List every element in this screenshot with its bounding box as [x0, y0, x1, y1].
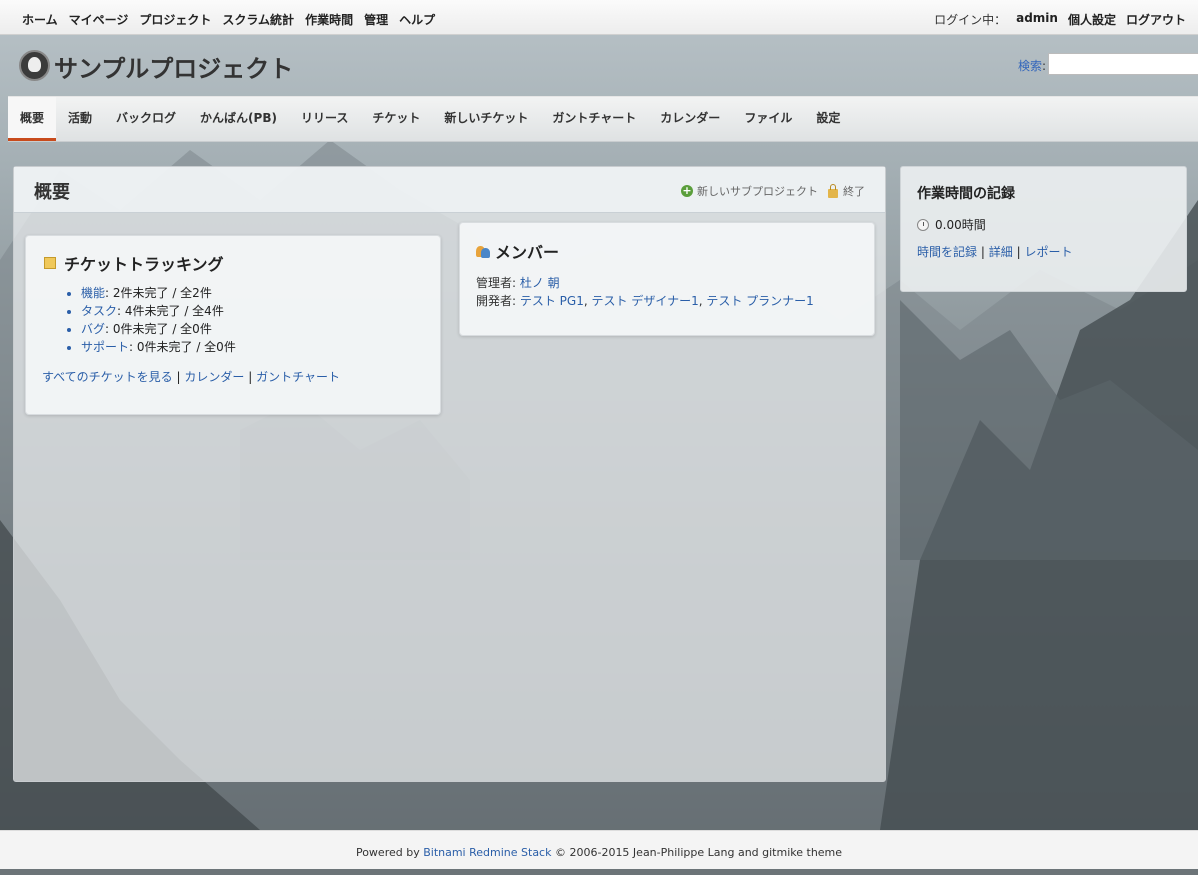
top-menu-projects[interactable]: プロジェクト	[139, 11, 211, 28]
tracker-support-link[interactable]: サポート	[81, 340, 129, 354]
tab-new-issue[interactable]: 新しいチケット	[432, 97, 540, 141]
list-item: サポート: 0件未完了 / 全0件	[81, 338, 236, 356]
members-title: メンバー	[495, 243, 560, 262]
developer-user-link-2[interactable]: テスト デザイナー1	[592, 294, 699, 308]
manager-line: 管理者: 杜ノ 朝	[476, 274, 560, 291]
search-label[interactable]: 検索:	[1018, 57, 1046, 74]
gantt-link[interactable]: ガントチャート	[256, 370, 340, 384]
add-icon: +	[681, 184, 693, 197]
search-input[interactable]	[1048, 53, 1198, 75]
footer-powered-by: Powered by	[355, 846, 424, 859]
tracker-task-link[interactable]: タスク	[81, 304, 117, 318]
tracker-status: : 4件未完了 / 全4件	[117, 304, 224, 318]
top-menu-scrum-stats[interactable]: スクラム統計	[222, 11, 294, 28]
tab-activity[interactable]: 活動	[56, 97, 104, 141]
lock-icon	[828, 183, 838, 198]
list-item: 機能: 2件未完了 / 全2件	[81, 284, 236, 302]
top-menu-my-page[interactable]: マイページ	[69, 11, 129, 28]
tab-kanban[interactable]: かんばん(PB)	[188, 97, 289, 141]
tracker-status: : 2件未完了 / 全2件	[105, 286, 212, 300]
footer: Powered by Bitnami Redmine Stack © 2006-…	[0, 830, 1198, 869]
manager-role-label: 管理者:	[476, 276, 520, 290]
tab-settings[interactable]: 設定	[804, 97, 852, 141]
search-link[interactable]: 検索	[1018, 59, 1042, 73]
top-menu-time-entries[interactable]: 作業時間	[305, 11, 353, 28]
separator: |	[1016, 245, 1021, 259]
spent-time-heading: 作業時間の記録	[917, 186, 1015, 202]
top-menu-left: ホーム マイページ プロジェクト スクラム統計 作業時間 管理 ヘルプ	[22, 11, 446, 28]
spent-time-value: 0.00時間	[917, 216, 986, 233]
contextual-actions: + 新しいサブプロジェクト 終了	[681, 183, 865, 199]
logout-link[interactable]: ログアウト	[1126, 11, 1186, 28]
tracker-bug-link[interactable]: バグ	[81, 322, 105, 336]
project-main-menu: 概要 活動 バックログ かんばん(PB) リリース チケット 新しいチケット ガ…	[8, 96, 1198, 142]
tab-calendar[interactable]: カレンダー	[648, 97, 732, 141]
issue-tracking-title: チケットトラッキング	[64, 255, 224, 274]
tab-issues[interactable]: チケット	[360, 97, 432, 141]
spent-time-links: 時間を記録 | 詳細 | レポート	[917, 243, 1072, 260]
list-item: タスク: 4件未完了 / 全4件	[81, 302, 236, 320]
separator: |	[248, 370, 253, 384]
tab-overview[interactable]: 概要	[8, 97, 57, 141]
tab-releases[interactable]: リリース	[289, 97, 360, 141]
footer-copyright: © 2006-2015 Jean-Philippe Lang and gitmi…	[551, 846, 843, 859]
close-project-link[interactable]: 終了	[843, 183, 865, 199]
footer-bitnami-link[interactable]: Bitnami Redmine Stack	[423, 846, 551, 859]
tracker-status: : 0件未完了 / 全0件	[105, 322, 212, 336]
tracker-status: : 0件未完了 / 全0件	[129, 340, 236, 354]
project-title: サンプルプロジェクト	[54, 55, 294, 83]
tracker-list: 機能: 2件未完了 / 全2件 タスク: 4件未完了 / 全4件 バグ: 0件未…	[81, 284, 236, 356]
issue-icon	[44, 257, 56, 269]
time-report-link[interactable]: レポート	[1024, 245, 1072, 259]
members-heading: メンバー	[476, 239, 559, 263]
time-details-link[interactable]: 詳細	[989, 245, 1013, 259]
search-colon: :	[1042, 59, 1047, 73]
list-item: バグ: 0件未完了 / 全0件	[81, 320, 236, 338]
top-menu-administration[interactable]: 管理	[364, 11, 388, 28]
view-all-issues-link[interactable]: すべてのチケットを見る	[42, 370, 173, 384]
developer-user-link-1[interactable]: テスト PG1	[520, 294, 584, 308]
header: サンプルプロジェクト 検索:	[0, 35, 1198, 95]
tab-gantt[interactable]: ガントチャート	[540, 97, 648, 141]
developer-role-label: 開発者:	[476, 294, 520, 308]
spent-time-hours: 0.00時間	[935, 218, 986, 232]
members-icon	[476, 244, 490, 258]
tab-backlog[interactable]: バックログ	[104, 97, 188, 141]
top-menu-home[interactable]: ホーム	[22, 11, 58, 28]
content-header: 概要 + 新しいサブプロジェクト 終了	[14, 167, 885, 213]
new-subproject-link[interactable]: 新しいサブプロジェクト	[697, 183, 818, 199]
members-box: メンバー 管理者: 杜ノ 朝 開発者: テスト PG1, テスト デザイナー1,…	[459, 222, 875, 336]
page-title: 概要	[34, 182, 70, 203]
account-menu: ログイン中： admin 個人設定 ログアウト	[924, 11, 1186, 28]
separator: |	[980, 245, 985, 259]
logged-in-user-link[interactable]: admin	[1016, 11, 1058, 28]
tab-files[interactable]: ファイル	[732, 97, 804, 141]
project-logo-icon	[19, 50, 50, 81]
separator: |	[176, 370, 181, 384]
top-menu-help[interactable]: ヘルプ	[399, 11, 435, 28]
calendar-link[interactable]: カレンダー	[184, 370, 244, 384]
developer-user-link-3[interactable]: テスト プランナー1	[706, 294, 813, 308]
developer-line: 開発者: テスト PG1, テスト デザイナー1, テスト プランナー1	[476, 292, 814, 309]
manager-user-link[interactable]: 杜ノ 朝	[520, 276, 560, 290]
issue-links: すべてのチケットを見る | カレンダー | ガントチャート	[42, 368, 340, 385]
issue-tracking-heading: チケットトラッキング	[44, 251, 224, 275]
sidebar-spent-time: 作業時間の記録 0.00時間 時間を記録 | 詳細 | レポート	[900, 166, 1187, 292]
tracker-feature-link[interactable]: 機能	[81, 286, 105, 300]
my-account-link[interactable]: 個人設定	[1068, 11, 1116, 28]
top-menu: ホーム マイページ プロジェクト スクラム統計 作業時間 管理 ヘルプ ログイン…	[0, 0, 1198, 35]
logged-in-label: ログイン中：	[934, 13, 1007, 27]
log-time-link[interactable]: 時間を記録	[917, 245, 977, 259]
clock-icon	[917, 218, 929, 231]
comma: ,	[583, 294, 592, 308]
issue-tracking-box: チケットトラッキング 機能: 2件未完了 / 全2件 タスク: 4件未完了 / …	[25, 235, 441, 415]
